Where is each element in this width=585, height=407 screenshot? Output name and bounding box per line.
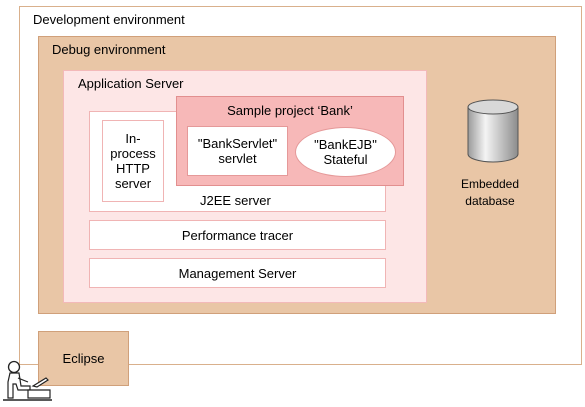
embedded-database-line-1: Embedded bbox=[460, 177, 520, 191]
http-server-line-3: HTTP bbox=[116, 161, 150, 176]
bank-ejb-ellipse: "BankEJB" Stateful bbox=[295, 127, 396, 177]
bank-ejb-line-1: "BankEJB" bbox=[314, 137, 377, 152]
j2ee-server-label: J2EE server bbox=[200, 193, 271, 208]
sample-project-label: Sample project ‘Bank’ bbox=[227, 103, 353, 118]
bank-servlet-box: "BankServlet" servlet bbox=[187, 126, 288, 176]
http-server-line-2: process bbox=[110, 146, 156, 161]
performance-tracer-label: Performance tracer bbox=[181, 227, 294, 243]
bank-ejb-line-2: Stateful bbox=[323, 152, 368, 167]
http-server-box: In- process HTTP server bbox=[102, 120, 164, 202]
http-server-line-4: server bbox=[114, 176, 152, 191]
user-at-computer-icon bbox=[3, 360, 52, 401]
database-cylinder-icon bbox=[467, 99, 519, 163]
bank-servlet-line-1: "BankServlet" bbox=[197, 136, 278, 151]
application-server-label: Application Server bbox=[78, 76, 184, 91]
embedded-database-label: Embedded database bbox=[447, 176, 533, 210]
development-environment-label: Development environment bbox=[33, 12, 185, 27]
embedded-database-line-2: database bbox=[465, 194, 515, 208]
management-server-box: Management Server bbox=[89, 258, 386, 288]
http-server-line-1: In- bbox=[125, 131, 141, 146]
management-server-label: Management Server bbox=[178, 265, 297, 281]
performance-tracer-box: Performance tracer bbox=[89, 220, 386, 250]
debug-environment-label: Debug environment bbox=[52, 42, 166, 57]
eclipse-label: Eclipse bbox=[62, 351, 105, 366]
bank-servlet-line-2: servlet bbox=[218, 151, 257, 166]
